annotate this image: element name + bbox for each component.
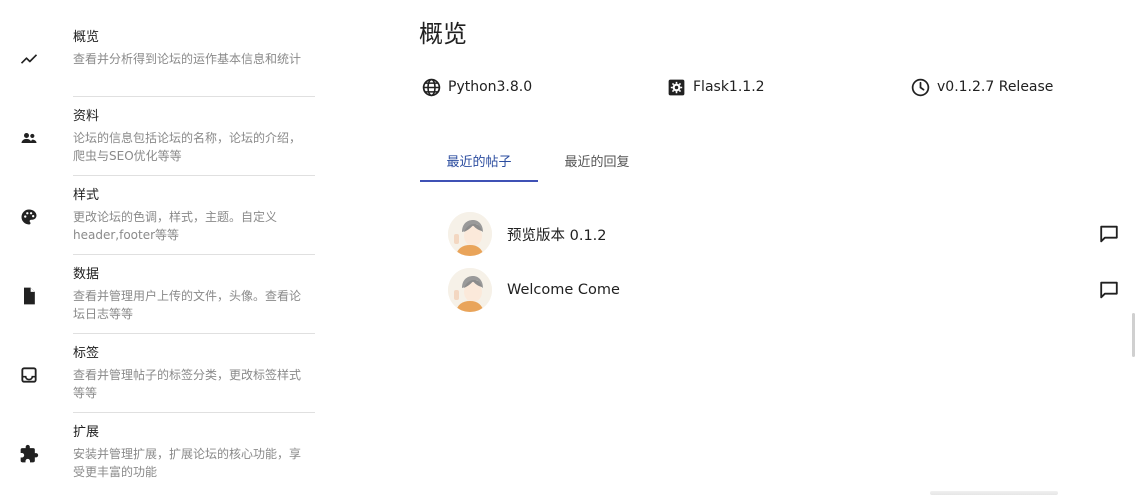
sidebar-item-style[interactable]: 样式 更改论坛的色调，样式，主题。自定义header,footer等等 <box>0 176 316 255</box>
sidebar-item-data[interactable]: 数据 查看并管理用户上传的文件，头像。查看论坛日志等等 <box>0 255 316 334</box>
sidebar-item-title: 概览 <box>73 30 100 45</box>
sidebar-item-title: 资料 <box>73 109 100 124</box>
sidebar-item-profile[interactable]: 资料 论坛的信息包括论坛的名称，论坛的介绍，爬虫与SEO优化等等 <box>0 97 316 176</box>
app-version-label: v0.1.2.7 Release <box>937 79 1054 95</box>
comment-icon[interactable] <box>1098 279 1120 301</box>
sidebar-item-title: 标签 <box>73 346 100 361</box>
sidebar-item-desc: 安装并管理扩展，扩展论坛的核心功能，享受更丰富的功能 <box>73 447 302 479</box>
post-title[interactable]: 预览版本 0.1.2 <box>507 224 607 245</box>
sidebar-item-desc: 查看并管理用户上传的文件，头像。查看论坛日志等等 <box>73 289 302 321</box>
sidebar-item-overview[interactable]: 概览 查看并分析得到论坛的运作基本信息和统计 <box>0 18 316 97</box>
flask-version-label: Flask1.1.2 <box>693 79 765 95</box>
python-version-label: Python3.8.0 <box>448 79 533 95</box>
clock-icon <box>910 77 931 98</box>
sidebar-item-title: 数据 <box>73 267 100 282</box>
list-item[interactable]: Welcome Come <box>448 268 1128 312</box>
tab-recent-replies[interactable]: 最近的回复 <box>538 138 656 182</box>
settings-chip-icon <box>666 77 687 98</box>
globe-icon <box>421 77 442 98</box>
avatar <box>448 212 492 256</box>
avatar <box>448 268 492 312</box>
palette-icon <box>19 207 39 227</box>
sidebar-item-desc: 论坛的信息包括论坛的名称，论坛的介绍，爬虫与SEO优化等等 <box>73 131 302 163</box>
sidebar-item-desc: 查看并分析得到论坛的运作基本信息和统计 <box>73 52 302 66</box>
file-icon <box>19 286 39 306</box>
post-title[interactable]: Welcome Come <box>507 282 620 298</box>
app-version-info: v0.1.2.7 Release <box>910 76 1053 98</box>
sidebar-item-title: 扩展 <box>73 425 100 440</box>
sidebar: 概览 查看并分析得到论坛的运作基本信息和统计 资料 论坛的信息包括论坛的名称，论… <box>0 18 316 492</box>
sidebar-item-desc: 更改论坛的色调，样式，主题。自定义header,footer等等 <box>73 210 278 242</box>
sidebar-item-title: 样式 <box>73 188 100 203</box>
app-root: 概览 查看并分析得到论坛的运作基本信息和统计 资料 论坛的信息包括论坛的名称，论… <box>0 0 1135 495</box>
python-version-info: Python3.8.0 <box>421 76 532 98</box>
bottom-edge-shadow <box>930 491 1058 495</box>
sidebar-item-extensions[interactable]: 扩展 安装并管理扩展，扩展论坛的核心功能，享受更丰富的功能 <box>0 413 316 492</box>
list-item[interactable]: 预览版本 0.1.2 <box>448 212 1128 256</box>
comment-icon[interactable] <box>1098 223 1120 245</box>
flask-version-info: Flask1.1.2 <box>666 76 765 98</box>
sidebar-item-desc: 查看并管理帖子的标签分类，更改标签样式等等 <box>73 368 302 400</box>
page-title: 概览 <box>419 20 467 48</box>
inbox-icon <box>19 365 39 385</box>
tab-recent-posts[interactable]: 最近的帖子 <box>420 138 538 182</box>
trending-icon <box>19 49 39 69</box>
people-icon <box>19 128 39 148</box>
puzzle-icon <box>19 444 39 464</box>
sidebar-item-tags[interactable]: 标签 查看并管理帖子的标签分类，更改标签样式等等 <box>0 334 316 413</box>
tab-bar: 最近的帖子 最近的回复 <box>420 138 656 182</box>
